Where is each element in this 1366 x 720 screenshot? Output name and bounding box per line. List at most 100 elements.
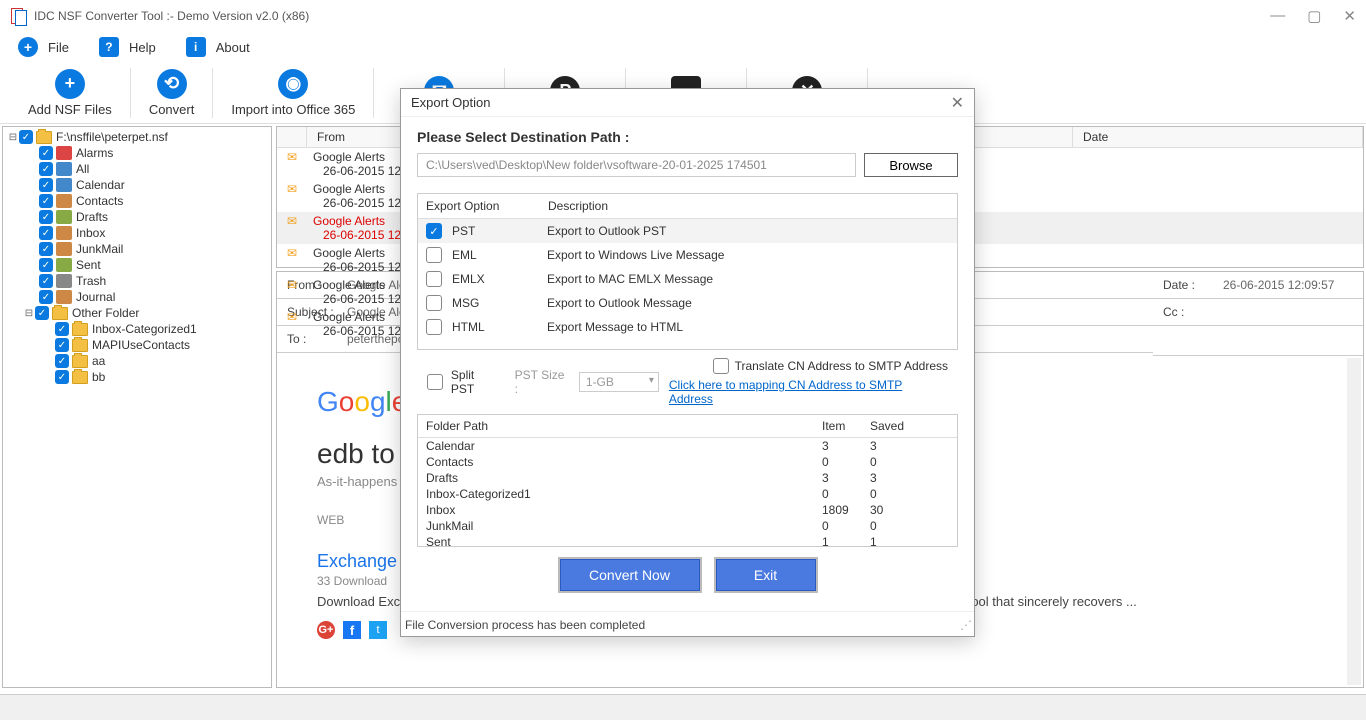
folder-icon <box>36 131 52 144</box>
convert-button[interactable]: ⟲Convert <box>131 69 213 117</box>
close-button[interactable]: ✕ <box>1343 7 1356 25</box>
export-option-row[interactable]: EMLExport to Windows Live Message <box>418 243 957 267</box>
facebook-icon[interactable]: f <box>343 621 361 639</box>
tree-item[interactable]: ✓Calendar <box>39 177 269 193</box>
menubar: +File ?Help iAbout <box>0 32 1366 62</box>
checkbox-icon[interactable]: ✓ <box>39 226 53 240</box>
resize-grip[interactable]: ⋰ <box>960 618 970 632</box>
tree-root[interactable]: ⊟✓F:\nsffile\peterpet.nsf <box>7 129 269 145</box>
export-option-row[interactable]: HTMLExport Message to HTML <box>418 315 957 339</box>
checkbox-icon[interactable]: ✓ <box>39 210 53 224</box>
maximize-button[interactable]: ▢ <box>1307 7 1321 25</box>
translate-cn-label: Translate CN Address to SMTP Address <box>735 359 948 373</box>
checkbox-icon[interactable]: ✓ <box>39 194 53 208</box>
folder-tree-pane: ⊟✓F:\nsffile\peterpet.nsf ✓Alarms✓All✓Ca… <box>2 126 272 688</box>
export-option-row[interactable]: ✓PSTExport to Outlook PST <box>418 219 957 243</box>
col-folder-path: Folder Path <box>418 415 814 437</box>
dialog-close-button[interactable]: ✕ <box>951 93 964 113</box>
exit-button[interactable]: Exit <box>716 559 816 591</box>
checkbox-icon[interactable]: ✓ <box>19 130 33 144</box>
checkbox-icon[interactable]: ✓ <box>39 162 53 176</box>
envelope-icon: ✉ <box>277 278 307 306</box>
tree-item[interactable]: ✓aa <box>55 353 269 369</box>
add-nsf-button[interactable]: +Add NSF Files <box>10 69 130 117</box>
tree-item[interactable]: ✓Journal <box>39 289 269 305</box>
option-checkbox[interactable] <box>426 271 442 287</box>
checkbox-icon[interactable]: ✓ <box>39 146 53 160</box>
tree-item[interactable]: ✓bb <box>55 369 269 385</box>
checkbox-icon[interactable]: ✓ <box>39 290 53 304</box>
stats-table: Folder Path Item Saved Calendar33Contact… <box>417 414 958 547</box>
checkbox-icon[interactable]: ✓ <box>39 258 53 272</box>
stats-row: Inbox180930 <box>418 502 957 518</box>
folder-icon <box>72 339 88 352</box>
folder-type-icon <box>56 146 72 160</box>
tree-item[interactable]: ✓Sent <box>39 257 269 273</box>
tree-item[interactable]: ✓MAPIUseContacts <box>55 337 269 353</box>
folder-type-icon <box>56 274 72 288</box>
twitter-icon[interactable]: t <box>369 621 387 639</box>
convert-now-button[interactable]: Convert Now <box>560 559 700 591</box>
gplus-icon[interactable]: G+ <box>317 621 335 639</box>
checkbox-icon[interactable]: ✓ <box>55 322 69 336</box>
import-office365-button[interactable]: ◉Import into Office 365 <box>213 69 373 117</box>
tree-item[interactable]: ✓Inbox-Categorized1 <box>55 321 269 337</box>
window-title: IDC NSF Converter Tool :- Demo Version v… <box>34 9 309 23</box>
folder-type-icon <box>56 194 72 208</box>
option-checkbox[interactable]: ✓ <box>426 223 442 239</box>
dialog-status: File Conversion process has been complet… <box>405 618 645 632</box>
msg-col-icon[interactable] <box>277 127 307 147</box>
tree-item[interactable]: ✓Trash <box>39 273 269 289</box>
browse-button[interactable]: Browse <box>864 153 958 177</box>
folder-icon <box>72 323 88 336</box>
folder-icon <box>72 371 88 384</box>
checkbox-icon[interactable]: ✓ <box>55 354 69 368</box>
checkbox-icon[interactable]: ✓ <box>39 274 53 288</box>
tree-item[interactable]: ✓JunkMail <box>39 241 269 257</box>
dest-path-input[interactable]: C:\Users\ved\Desktop\New folder\vsoftwar… <box>417 153 856 177</box>
result-desc: Download Exch <box>317 594 407 609</box>
minimize-button[interactable]: — <box>1270 7 1285 25</box>
option-checkbox[interactable] <box>426 319 442 335</box>
envelope-icon: ✉ <box>277 182 307 210</box>
mapping-link[interactable]: Click here to mapping CN Address to SMTP… <box>669 378 948 406</box>
menu-help[interactable]: ?Help <box>89 32 176 62</box>
scrollbar[interactable] <box>1347 358 1361 685</box>
export-option-row[interactable]: MSGExport to Outlook Message <box>418 291 957 315</box>
checkbox-icon[interactable]: ✓ <box>35 306 49 320</box>
envelope-icon: ✉ <box>277 246 307 274</box>
split-pst-checkbox[interactable] <box>427 374 443 390</box>
col-export-option: Export Option <box>418 194 540 218</box>
option-checkbox[interactable] <box>426 295 442 311</box>
tree-item[interactable]: ✓Inbox <box>39 225 269 241</box>
tree-item[interactable]: ✓Alarms <box>39 145 269 161</box>
app-icon <box>10 8 26 24</box>
pst-size-select[interactable]: 1-GB <box>579 372 659 392</box>
folder-icon <box>52 307 68 320</box>
col-description: Description <box>540 194 616 218</box>
plus-icon: + <box>18 37 38 57</box>
folder-type-icon <box>56 162 72 176</box>
folder-type-icon <box>56 226 72 240</box>
office-icon: ◉ <box>278 69 308 99</box>
menu-file[interactable]: +File <box>8 32 89 62</box>
export-option-row[interactable]: EMLXExport to MAC EMLX Message <box>418 267 957 291</box>
split-pst-label: Split PST <box>451 368 501 396</box>
checkbox-icon[interactable]: ✓ <box>39 178 53 192</box>
tree-item[interactable]: ✓Contacts <box>39 193 269 209</box>
tree-other-folder[interactable]: ⊟✓Other Folder <box>23 305 269 321</box>
checkbox-icon[interactable]: ✓ <box>39 242 53 256</box>
menu-about[interactable]: iAbout <box>176 32 270 62</box>
tree-item[interactable]: ✓All <box>39 161 269 177</box>
checkbox-icon[interactable]: ✓ <box>55 338 69 352</box>
checkbox-icon[interactable]: ✓ <box>55 370 69 384</box>
translate-cn-checkbox[interactable] <box>713 358 729 374</box>
col-saved: Saved <box>862 415 912 437</box>
export-dialog: Export Option ✕ Please Select Destinatio… <box>400 88 975 637</box>
envelope-icon: ✉ <box>277 214 307 242</box>
msg-col-date[interactable]: Date <box>1073 127 1363 147</box>
folder-type-icon <box>56 178 72 192</box>
titlebar: IDC NSF Converter Tool :- Demo Version v… <box>0 0 1366 32</box>
option-checkbox[interactable] <box>426 247 442 263</box>
tree-item[interactable]: ✓Drafts <box>39 209 269 225</box>
